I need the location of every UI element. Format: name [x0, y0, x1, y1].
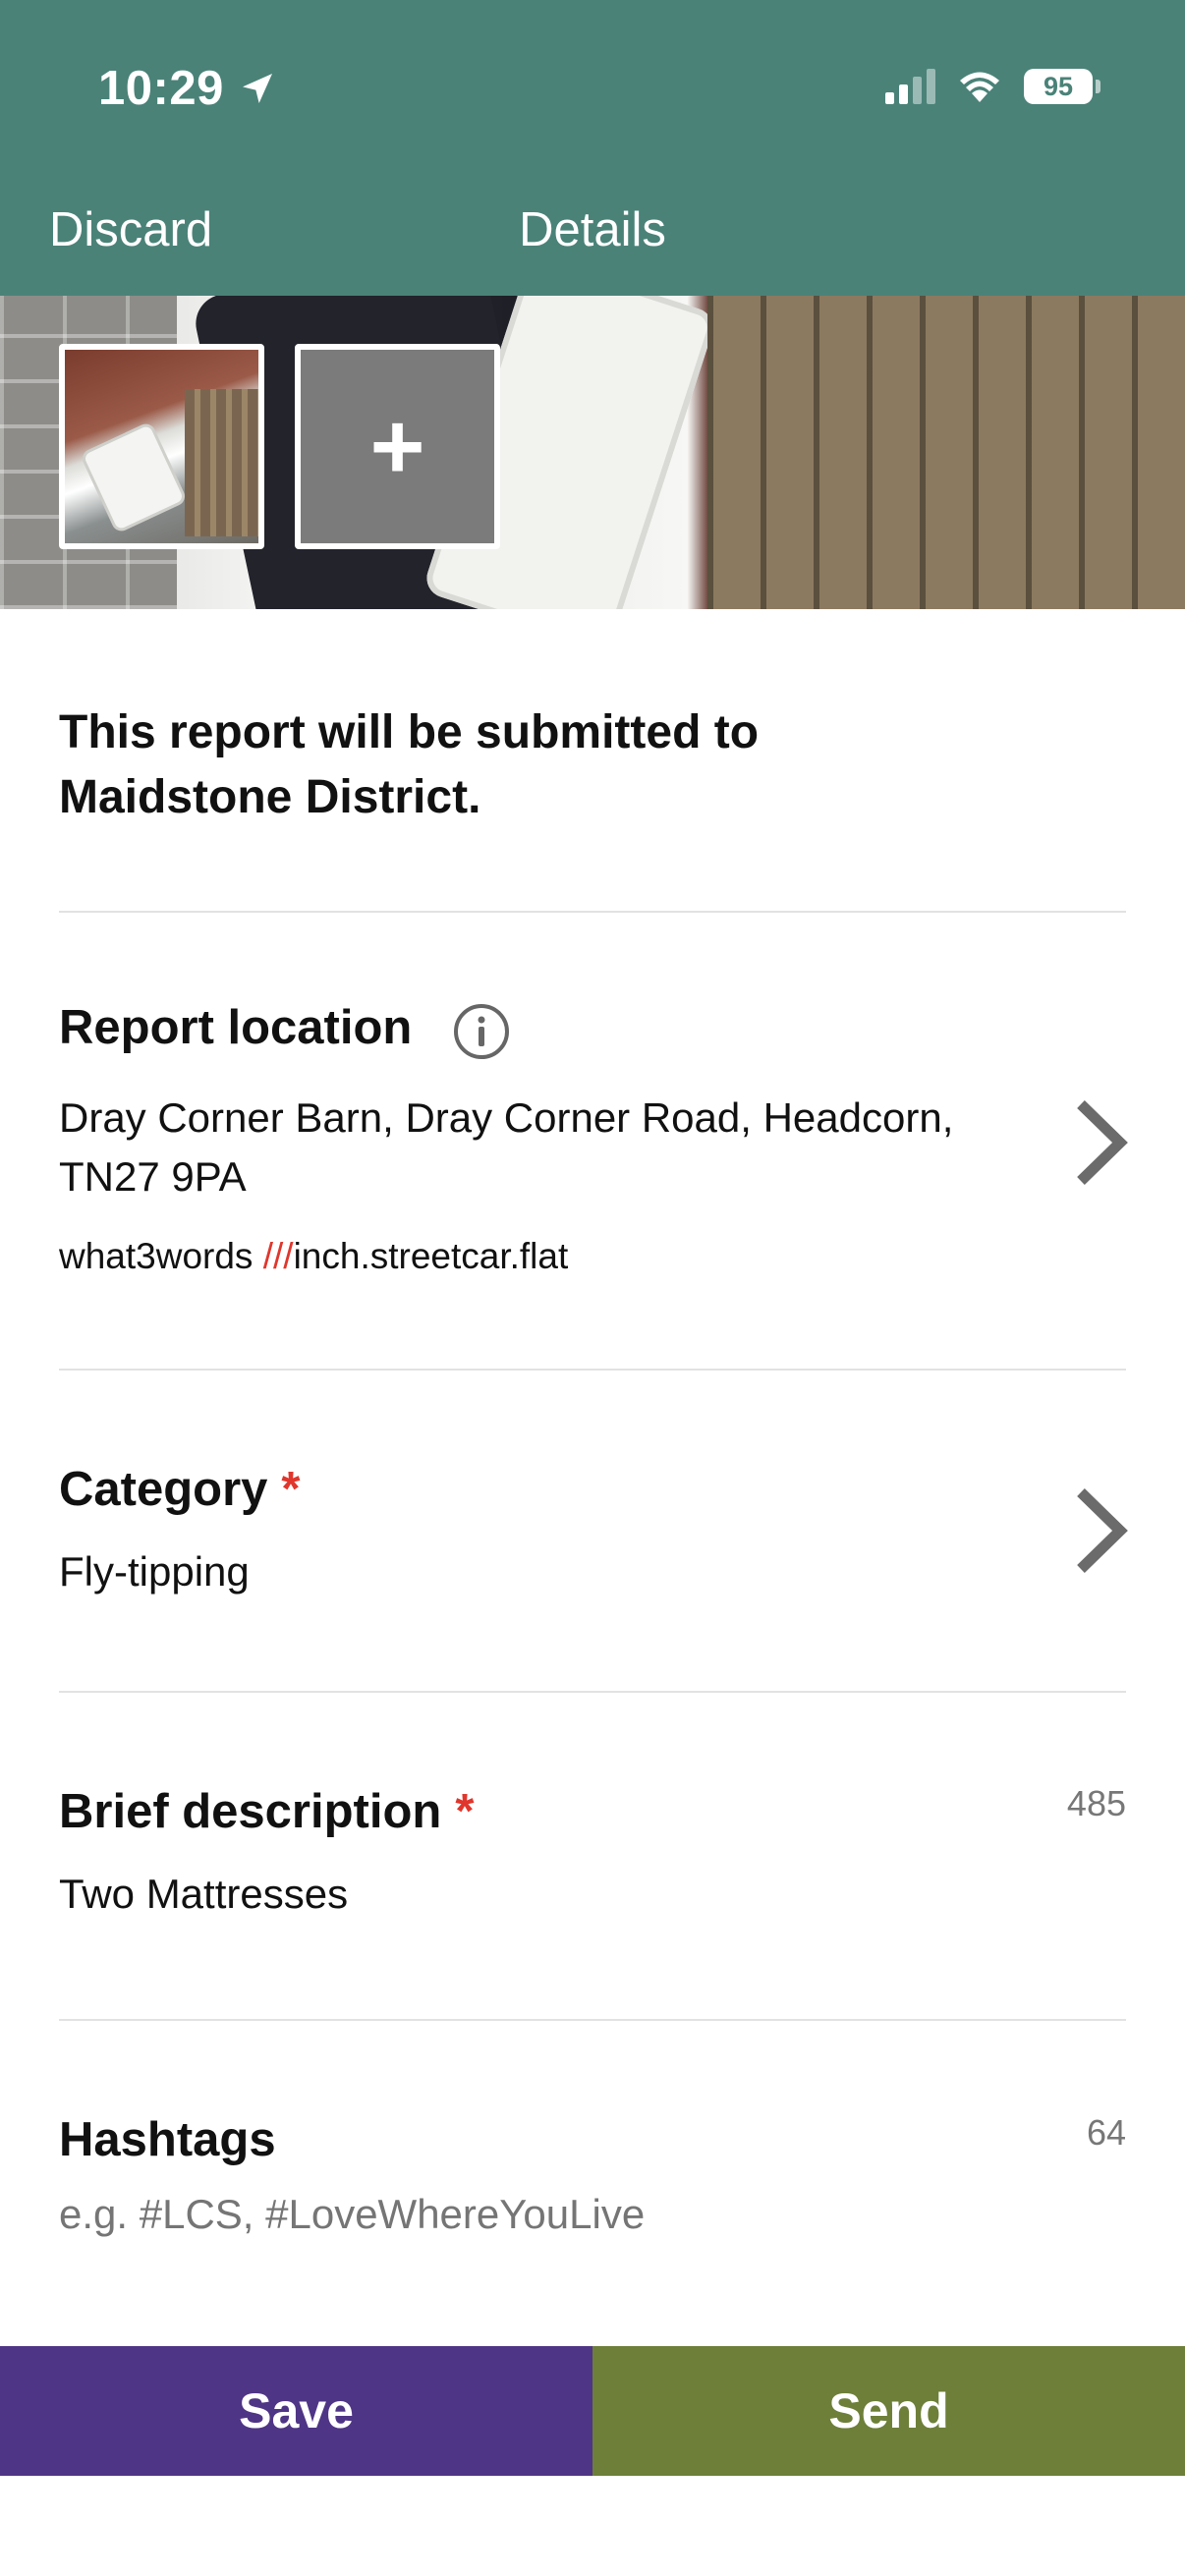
required-mark: * [455, 1785, 475, 1838]
battery-level: 95 [1024, 69, 1093, 104]
location-arrow-icon [242, 74, 272, 103]
banner-fence [707, 296, 1185, 609]
add-photo-button[interactable]: + [295, 344, 500, 549]
wifi-icon [957, 69, 1002, 104]
w3w-words: inch.streetcar.flat [293, 1236, 569, 1276]
hashtags-input[interactable] [59, 2191, 943, 2238]
category-label: Category * [59, 1463, 301, 1516]
info-icon[interactable] [452, 1002, 511, 1061]
status-bar: 10:29 95 [0, 61, 1185, 130]
divider [59, 1691, 1126, 1693]
status-indicators: 95 [885, 69, 1100, 104]
what3words-address: what3words ///inch.streetcar.flat [59, 1236, 569, 1276]
w3w-slashes: /// [262, 1236, 294, 1276]
description-input[interactable]: Two Mattresses [59, 1865, 348, 1924]
nav-bar: Discard Details [0, 195, 1185, 263]
send-button[interactable]: Send [592, 2346, 1185, 2476]
location-label: Report location [59, 1001, 413, 1054]
page-title: Details [519, 203, 666, 256]
status-time: 10:29 [98, 61, 277, 116]
description-label: Brief description * [59, 1785, 475, 1838]
battery-icon: 95 [1024, 69, 1100, 104]
hashtags-label: Hashtags [59, 2113, 276, 2166]
description-char-counter: 485 [1066, 1783, 1126, 1823]
photo-thumbnail[interactable] [59, 344, 264, 549]
divider [59, 911, 1126, 913]
location-address[interactable]: Dray Corner Barn, Dray Corner Road, Head… [59, 1089, 1042, 1206]
cellular-signal-icon [885, 69, 935, 104]
app-header: 10:29 95 Discard Details [0, 0, 1185, 296]
submission-notice: This report will be submitted to Maidsto… [59, 706, 760, 823]
divider [59, 1369, 1126, 1371]
location-chevron-icon[interactable] [1073, 1098, 1128, 1187]
hashtags-char-counter: 64 [1086, 2112, 1126, 2153]
category-value[interactable]: Fly-tipping [59, 1542, 250, 1601]
plus-icon: + [369, 393, 425, 499]
divider [59, 2019, 1126, 2021]
clock-text: 10:29 [98, 62, 224, 115]
save-button[interactable]: Save [0, 2346, 592, 2476]
required-mark: * [281, 1463, 301, 1516]
category-chevron-icon[interactable] [1073, 1486, 1128, 1575]
